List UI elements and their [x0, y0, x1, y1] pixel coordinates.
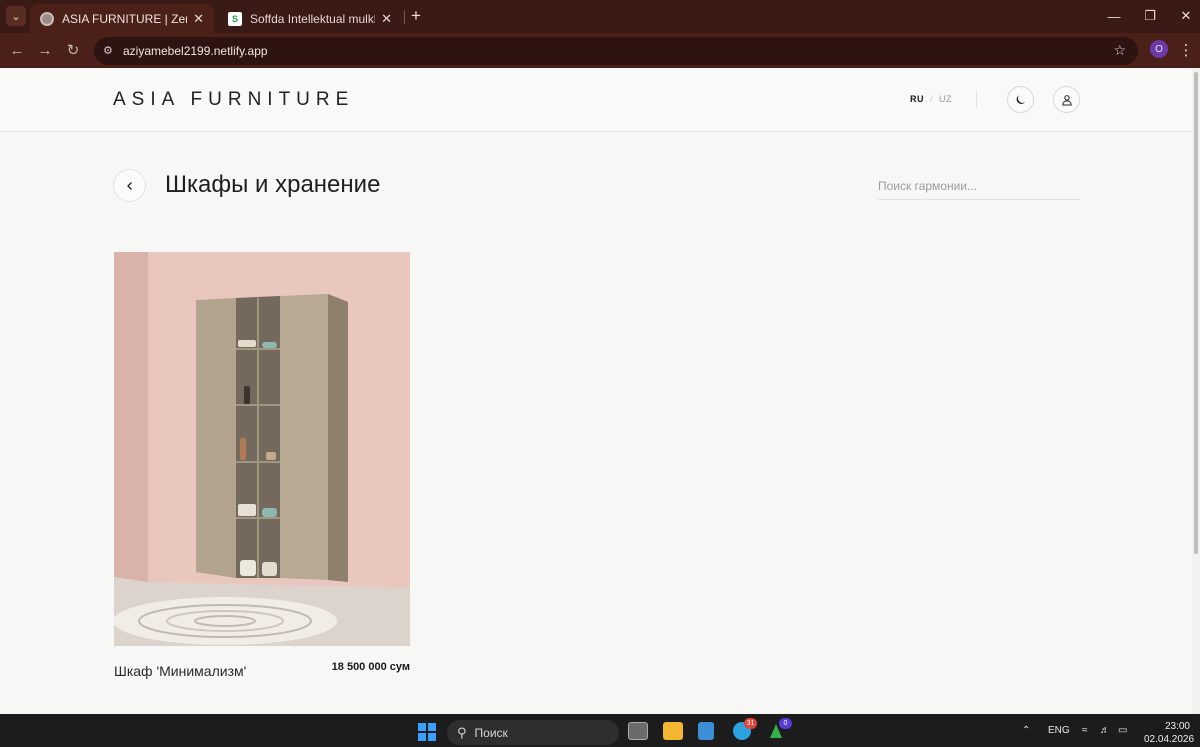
clock-date: 02.04.2026 [1144, 734, 1195, 745]
forward-arrow-icon[interactable]: → [35, 40, 55, 60]
tab-close-icon[interactable]: ✕ [193, 11, 204, 27]
task-view-icon[interactable] [628, 722, 648, 740]
minimize-icon[interactable]: — [1100, 6, 1128, 26]
soffda-favicon-icon: S [228, 11, 242, 26]
search-icon: ⚲ [457, 724, 467, 740]
browser-tab-strip: ⌄ ASIA FURNITURE | Zen Living ✕ S Soffda… [0, 0, 1200, 33]
chevron-left-icon [126, 181, 132, 190]
tab-search-chevron-icon[interactable]: ⌄ [6, 6, 26, 26]
taskbar-search-label: Поиск [474, 725, 508, 740]
battery-icon[interactable]: ▭ [1118, 725, 1127, 736]
lang-ru[interactable]: RU [910, 94, 924, 104]
site-favicon-icon [40, 11, 54, 26]
volume-icon[interactable]: ♬ [1100, 725, 1110, 736]
url-text: aziyamebel2199.netlify.app [123, 44, 268, 58]
system-clock[interactable]: 23:00 02.04.2026 [1144, 720, 1195, 746]
telegram-icon[interactable]: 31 [733, 718, 757, 740]
back-button[interactable] [113, 169, 146, 202]
profile-avatar[interactable]: O [1150, 40, 1168, 58]
file-explorer-icon[interactable] [663, 722, 683, 740]
address-bar[interactable]: ⚙ aziyamebel2199.netlify.app ☆ [94, 37, 1138, 65]
site-logo[interactable]: ASIA FURNITURE [113, 89, 354, 111]
tab-asia-furniture[interactable]: ASIA FURNITURE | Zen Living ✕ [30, 4, 214, 33]
wifi-icon[interactable]: ≈ [1082, 725, 1088, 736]
back-arrow-icon[interactable]: ← [7, 40, 27, 60]
tab-close-icon[interactable]: ✕ [381, 11, 392, 27]
browser-taskbar-icon[interactable]: 0 [766, 718, 792, 740]
telegram-badge: 31 [744, 718, 757, 729]
window-close-icon[interactable]: ✕ [1172, 6, 1200, 26]
site-info-icon[interactable]: ⚙ [103, 44, 117, 58]
site-header: ASIA FURNITURE RU / UZ [0, 68, 1192, 132]
header-divider [976, 90, 977, 108]
product-image[interactable] [114, 252, 410, 646]
new-tab-plus-icon[interactable]: + [407, 6, 425, 26]
app-badge: 0 [779, 718, 792, 729]
product-card[interactable]: Шкаф 'Минимализм' 18 500 000 сум [114, 252, 410, 679]
windows-taskbar: ⚲ Поиск 31 0 ⌃ ENG ≈ ♬ ▭ 23:00 02.04.202… [0, 714, 1200, 747]
product-price: 18 500 000 сум [331, 661, 410, 673]
product-name[interactable]: Шкаф 'Минимализм' [114, 663, 246, 679]
browser-menu-icon[interactable]: ⋮ [1178, 40, 1194, 60]
search-input[interactable] [878, 172, 1080, 200]
tab-soffda[interactable]: S Soffda Intellektual mulklaringiz ✕ [218, 4, 402, 33]
user-icon [1061, 94, 1072, 105]
tab-title: Soffda Intellektual mulklaringiz [250, 11, 375, 26]
bookmark-star-icon[interactable]: ☆ [1113, 42, 1126, 59]
account-button[interactable] [1053, 86, 1080, 113]
tab-divider [404, 10, 405, 24]
tab-title: ASIA FURNITURE | Zen Living [62, 11, 187, 26]
input-language[interactable]: ENG [1048, 725, 1070, 736]
clock-time: 23:00 [1164, 721, 1190, 732]
reload-icon[interactable]: ↻ [63, 40, 83, 60]
notepad-icon[interactable] [698, 722, 714, 740]
page-title: Шкафы и хранение [165, 171, 381, 198]
tray-overflow-chevron-icon[interactable]: ⌃ [1022, 725, 1030, 736]
scrollbar-thumb[interactable] [1194, 72, 1198, 554]
lang-uz[interactable]: UZ [939, 94, 952, 104]
windows-start-icon[interactable] [418, 723, 436, 741]
taskbar-search[interactable]: ⚲ Поиск [447, 720, 619, 745]
theme-toggle-button[interactable] [1007, 86, 1034, 113]
moon-icon [1016, 94, 1025, 104]
lang-separator: / [930, 94, 934, 104]
restore-icon[interactable]: ❐ [1136, 6, 1164, 26]
language-switcher: RU / UZ [910, 94, 952, 104]
browser-toolbar: ← → ↻ ⚙ aziyamebel2199.netlify.app ☆ O ⋮ [0, 33, 1200, 68]
